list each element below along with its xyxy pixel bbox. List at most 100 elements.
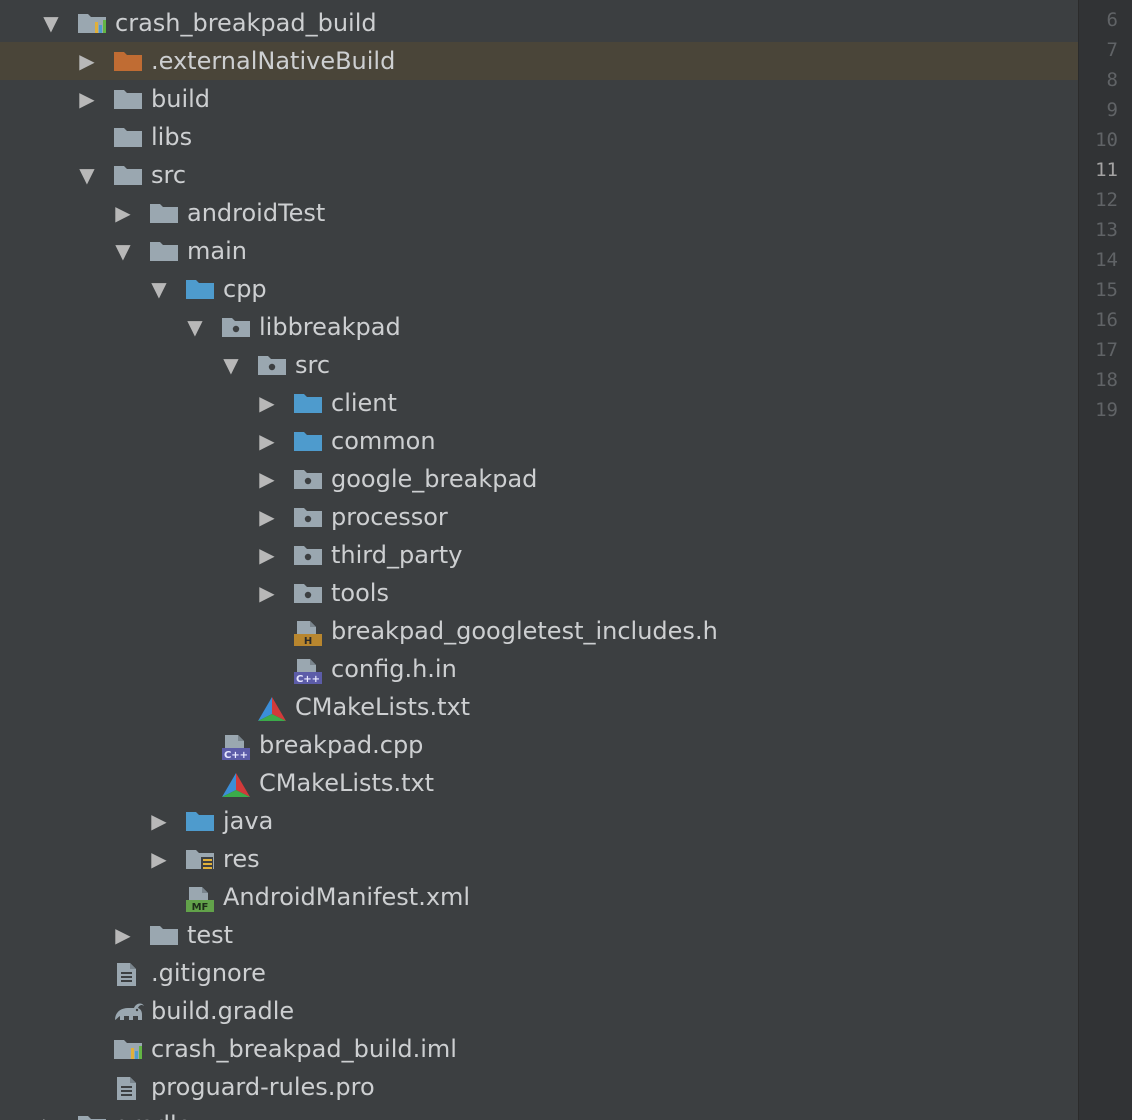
project-tree[interactable]: ▼ crash_breakpad_build ▶ .externalNativeBui… (0, 0, 1078, 1120)
package-folder-icon (293, 582, 323, 604)
expand-arrow-right-icon[interactable]: ▶ (256, 498, 278, 536)
expand-arrow-right-icon[interactable]: ▶ (148, 840, 170, 878)
expand-arrow-right-icon[interactable]: ▶ (256, 422, 278, 460)
tree-row[interactable]: C++ breakpad.cpp (0, 726, 1078, 764)
line-number: 15 (1095, 279, 1118, 301)
expand-arrow-right-icon[interactable]: ▶ (76, 42, 98, 80)
cpp-file-icon: C++ (293, 658, 323, 685)
tree-item-label: AndroidManifest.xml (223, 883, 471, 911)
tree-row[interactable]: ▶ .externalNativeBuild (0, 42, 1078, 80)
folder-icon (113, 126, 143, 148)
tree-row[interactable]: ▼ src (0, 346, 1078, 384)
expand-arrow-down-icon[interactable]: ▼ (112, 232, 134, 270)
tree-item-label: .externalNativeBuild (151, 47, 396, 75)
tree-row[interactable]: CMakeLists.txt (0, 688, 1078, 726)
tree-item-label: androidTest (187, 199, 326, 227)
tree-row[interactable]: ▼ crash_breakpad_build (0, 4, 1078, 42)
tree-row[interactable]: ▶ androidTest (0, 194, 1078, 232)
line-number: 9 (1106, 99, 1118, 121)
tree-row[interactable]: ▼ src (0, 156, 1078, 194)
tree-item-label: CMakeLists.txt (295, 693, 471, 721)
expand-arrow-down-icon[interactable]: ▼ (148, 270, 170, 308)
line-number: 13 (1095, 219, 1118, 241)
text-file-icon (113, 1076, 143, 1100)
cpp-file-icon: C++ (221, 734, 251, 761)
manifest-file-icon: MF (185, 886, 215, 913)
tree-row[interactable]: MF AndroidManifest.xml (0, 878, 1078, 916)
expand-arrow-right-icon[interactable]: ▶ (112, 916, 134, 954)
tree-row[interactable]: ▶ tools (0, 574, 1078, 612)
tree-item-label: proguard-rules.pro (151, 1073, 375, 1101)
header-file-icon: H (293, 620, 323, 647)
line-number: 14 (1095, 249, 1118, 271)
line-number: 11 (1095, 159, 1118, 181)
expand-arrow-down-icon[interactable]: ▼ (220, 346, 242, 384)
tree-row[interactable]: CMakeLists.txt (0, 764, 1078, 802)
tree-item-label: res (223, 845, 260, 873)
tree-row[interactable]: build.gradle (0, 992, 1078, 1030)
expand-arrow-right-icon[interactable]: ▶ (76, 80, 98, 118)
folder-icon (149, 240, 179, 262)
package-folder-icon (293, 544, 323, 566)
expand-arrow-right-icon[interactable]: ▶ (112, 194, 134, 232)
svg-text:MF: MF (192, 902, 209, 912)
folder-icon (149, 924, 179, 946)
line-number: 12 (1095, 189, 1118, 211)
tree-row[interactable]: ▼ cpp (0, 270, 1078, 308)
tree-row[interactable]: ▶ third_party (0, 536, 1078, 574)
line-number: 7 (1106, 39, 1118, 61)
tree-item-label: cpp (223, 275, 267, 303)
svg-text:C++: C++ (296, 674, 320, 684)
folder-icon (149, 202, 179, 224)
line-number: 17 (1095, 339, 1118, 361)
tree-row[interactable]: ▶ java (0, 802, 1078, 840)
tree-item-label: src (151, 161, 187, 189)
cmake-icon (257, 696, 287, 721)
expand-arrow-right-icon[interactable]: ▶ (40, 1106, 62, 1120)
tree-row[interactable]: ▶ gradle (0, 1106, 1078, 1120)
tree-item-label: .gitignore (151, 959, 266, 987)
tree-row[interactable]: ▼ libbreakpad (0, 308, 1078, 346)
tree-item-label: crash_breakpad_build.iml (151, 1035, 457, 1063)
tree-row[interactable]: ▶ build (0, 80, 1078, 118)
expand-arrow-right-icon[interactable]: ▶ (148, 802, 170, 840)
tree-row[interactable]: ▶ client (0, 384, 1078, 422)
tree-row[interactable]: proguard-rules.pro (0, 1068, 1078, 1106)
package-folder-icon (293, 506, 323, 528)
tree-row[interactable]: ▼ main (0, 232, 1078, 270)
tree-row[interactable]: C++ config.h.in (0, 650, 1078, 688)
source-folder-icon (185, 278, 215, 300)
tree-row[interactable]: ▶ processor (0, 498, 1078, 536)
tree-row[interactable]: .gitignore (0, 954, 1078, 992)
tree-row[interactable]: crash_breakpad_build.iml (0, 1030, 1078, 1068)
tree-item-label: google_breakpad (331, 465, 538, 493)
tree-item-label: breakpad_googletest_includes.h (331, 617, 718, 645)
expand-arrow-down-icon[interactable]: ▼ (184, 308, 206, 346)
tree-row[interactable]: libs (0, 118, 1078, 156)
expand-arrow-right-icon[interactable]: ▶ (256, 574, 278, 612)
line-number: 10 (1095, 129, 1118, 151)
expand-arrow-right-icon[interactable]: ▶ (256, 460, 278, 498)
tree-item-label: build (151, 85, 211, 113)
folder-icon (77, 1114, 107, 1120)
resources-folder-icon (185, 848, 215, 870)
tree-row[interactable]: ▶ google_breakpad (0, 460, 1078, 498)
tree-item-label: gradle (115, 1106, 191, 1120)
expand-arrow-down-icon[interactable]: ▼ (40, 4, 62, 42)
expand-arrow-down-icon[interactable]: ▼ (76, 156, 98, 194)
tree-row[interactable]: ▶ common (0, 422, 1078, 460)
tree-item-label: processor (331, 503, 448, 531)
source-folder-icon (185, 810, 215, 832)
tree-row[interactable]: Hbreakpad_googletest_includes.h (0, 612, 1078, 650)
package-folder-icon (221, 316, 251, 338)
tree-row[interactable]: ▶ test (0, 916, 1078, 954)
tree-item-label: breakpad.cpp (259, 731, 424, 759)
expand-arrow-right-icon[interactable]: ▶ (256, 384, 278, 422)
expand-arrow-right-icon[interactable]: ▶ (256, 536, 278, 574)
tree-item-label: config.h.in (331, 655, 457, 683)
tree-row[interactable]: ▶ res (0, 840, 1078, 878)
tree-item-label: common (331, 427, 436, 455)
tree-item-label: main (187, 237, 247, 265)
module-icon (113, 1038, 143, 1060)
editor-line-gutter: 6 7 8 9 10 11 12 13 14 15 16 17 18 19 (1078, 0, 1132, 1120)
